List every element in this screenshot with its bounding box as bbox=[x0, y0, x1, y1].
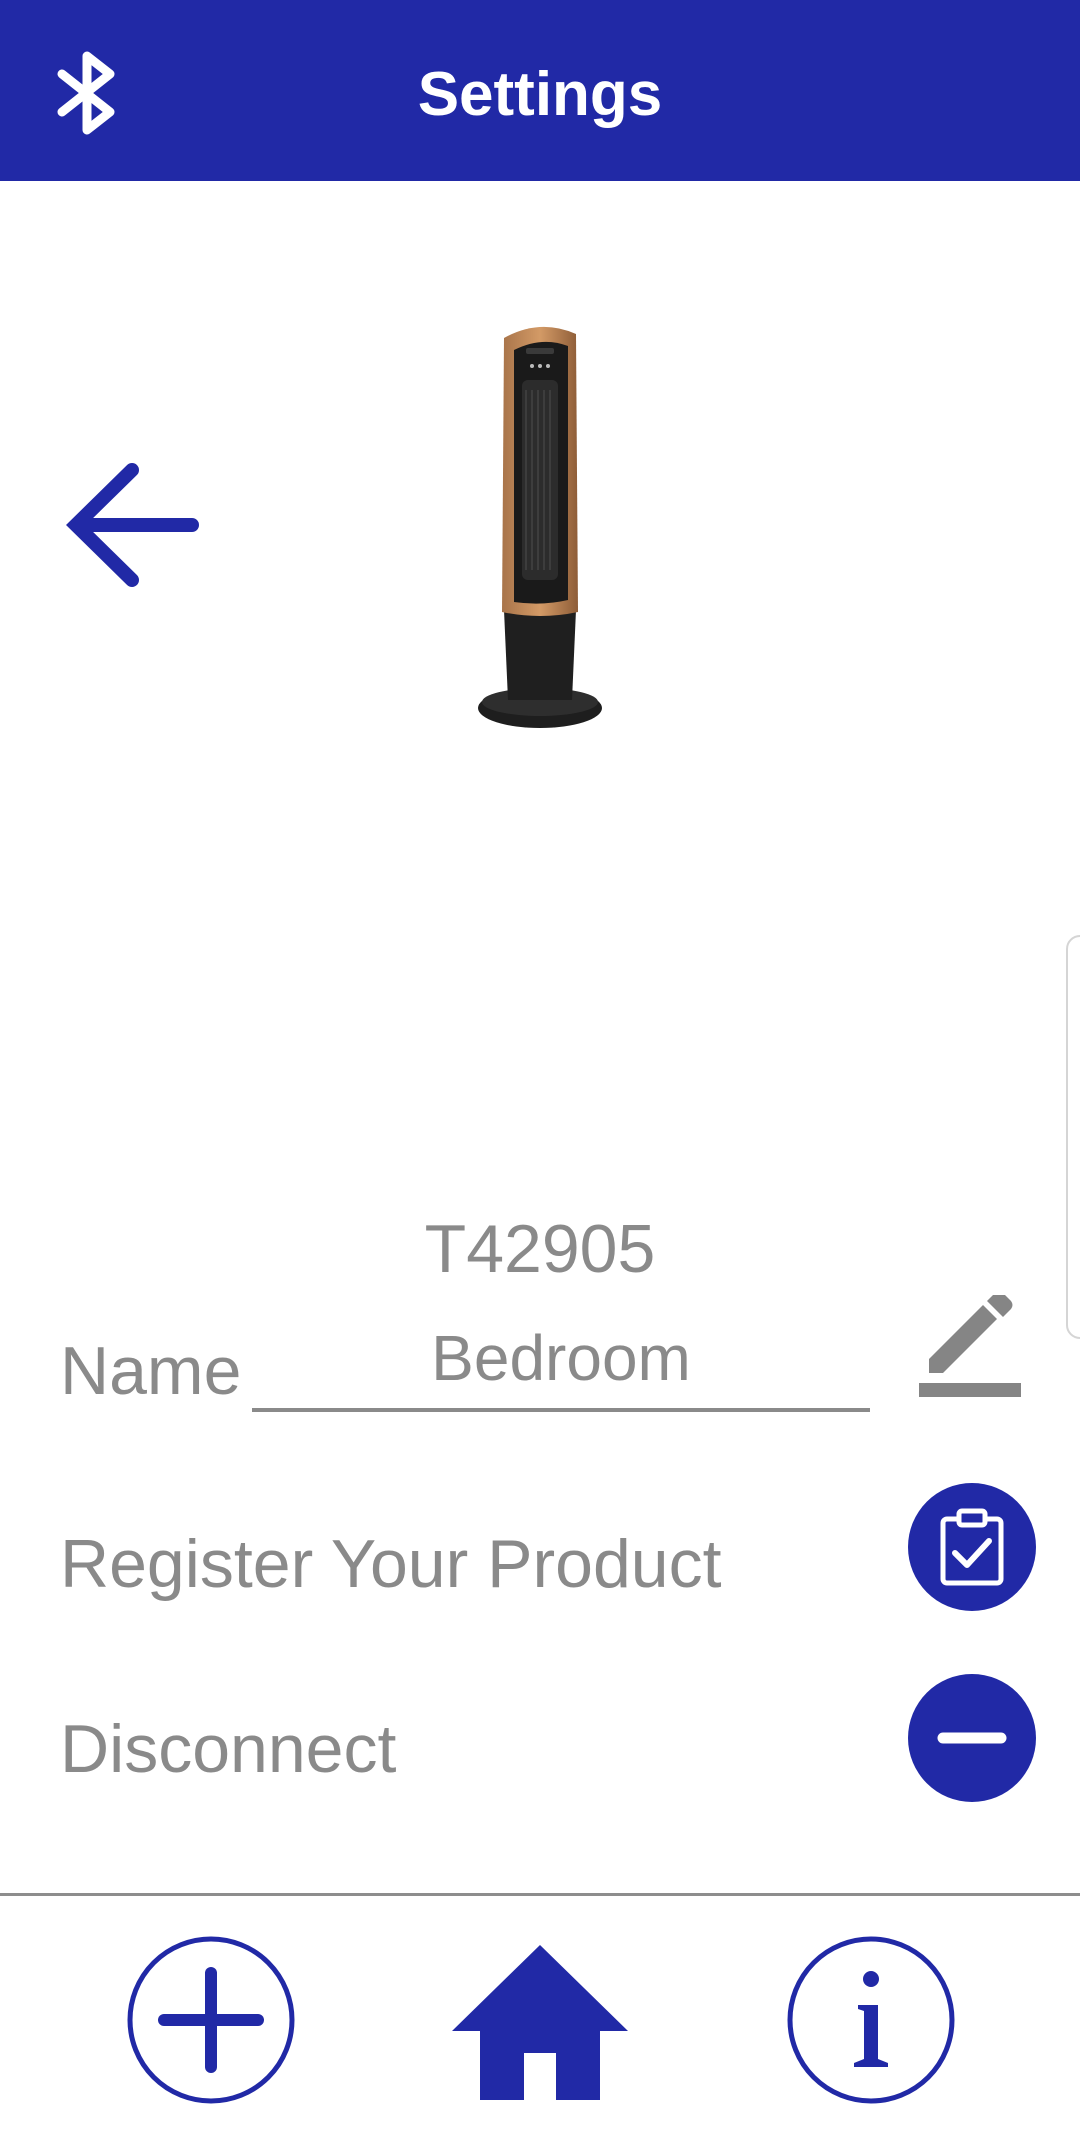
disconnect-label[interactable]: Disconnect bbox=[60, 1710, 396, 1788]
disconnect-button[interactable] bbox=[908, 1674, 1036, 1802]
device-name-field[interactable] bbox=[252, 1308, 870, 1412]
app-header: Settings bbox=[0, 0, 1080, 181]
minus-icon bbox=[937, 1732, 1007, 1744]
back-arrow-icon[interactable] bbox=[64, 462, 204, 592]
device-model: T42905 bbox=[424, 1211, 656, 1287]
pencil-icon[interactable] bbox=[915, 1295, 1025, 1405]
home-icon[interactable] bbox=[450, 1935, 630, 2105]
bottom-nav-divider bbox=[0, 1893, 1080, 1896]
page-title: Settings bbox=[417, 60, 663, 129]
info-icon[interactable] bbox=[786, 1935, 956, 2105]
clipboard-check-icon bbox=[940, 1508, 1004, 1586]
register-product-button[interactable] bbox=[908, 1483, 1036, 1611]
tower-fan-product-image bbox=[478, 326, 602, 728]
plus-icon[interactable] bbox=[126, 1935, 296, 2105]
register-product-label[interactable]: Register Your Product bbox=[60, 1525, 722, 1603]
name-label: Name bbox=[60, 1333, 242, 1409]
